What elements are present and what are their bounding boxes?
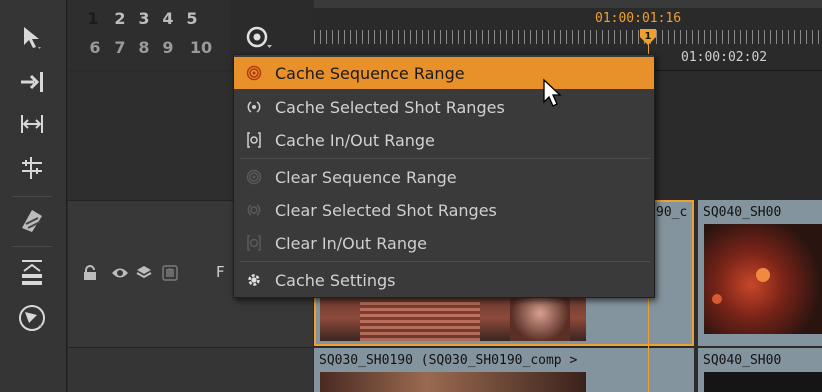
ruler-top-strip <box>314 0 822 8</box>
track-number-2[interactable]: 2 <box>109 8 131 30</box>
select-tool-icon[interactable] <box>10 22 54 54</box>
track-name-label: F <box>216 263 225 281</box>
ruler-ticks <box>314 30 822 44</box>
menu-item-cache-sequence-range[interactable]: Cache Sequence Range <box>234 57 654 89</box>
clip-thumbnail <box>704 372 822 392</box>
clip-thumbnail <box>320 295 586 341</box>
menu-item-clear-sequence-range[interactable]: Clear Sequence Range <box>234 161 654 193</box>
visibility-eye-icon[interactable] <box>110 263 130 283</box>
clear-selected-icon <box>234 202 274 218</box>
playhead-marker-number: 1 <box>645 31 652 42</box>
cache-target-icon <box>246 26 272 48</box>
track-header-2[interactable] <box>68 348 313 392</box>
menu-item-label: Cache Sequence Range <box>275 63 465 83</box>
menu-item-cache-selected-shot-ranges[interactable]: Cache Selected Shot Ranges <box>234 91 654 123</box>
cache-dropdown-menu: Cache Sequence Range Cache Selected Shot… <box>233 54 655 298</box>
menu-item-cache-settings[interactable]: Cache Settings <box>234 264 654 296</box>
track-number-3[interactable]: 3 <box>133 8 155 30</box>
current-timecode: 01:00:01:16 <box>595 11 682 26</box>
transition-tool-icon[interactable] <box>10 256 54 288</box>
menu-item-label: Cache Settings <box>275 270 396 290</box>
clip[interactable]: SQ030_SH0190 (SQ030_SH0190_comp > <box>314 348 694 392</box>
tool-bar <box>0 0 67 392</box>
menu-separator <box>240 158 650 159</box>
menu-item-label: Cache In/Out Range <box>275 130 435 150</box>
cache-selected-icon <box>234 99 274 115</box>
track-number-5[interactable]: 5 <box>181 8 203 30</box>
multi-select-tool-icon[interactable] <box>10 204 54 236</box>
clip[interactable]: SQ040_SH00 <box>698 200 822 346</box>
gear-icon <box>234 272 274 288</box>
menu-item-label: Clear In/Out Range <box>275 233 427 253</box>
database-icon[interactable] <box>160 263 180 283</box>
menu-item-label: Cache Selected Shot Ranges <box>275 97 505 117</box>
cache-inout-icon <box>234 131 274 149</box>
toolbar-divider <box>12 196 52 197</box>
ruler-timecode-label: 01:00:02:02 <box>681 50 768 65</box>
clip-label: 90_c <box>656 205 688 220</box>
clip-thumbnail <box>704 224 822 334</box>
menu-separator <box>240 261 650 262</box>
track-forward-tool-icon[interactable] <box>10 66 54 98</box>
clip-thumbnail <box>320 372 586 392</box>
toolbar-divider <box>12 246 52 247</box>
viewer-globe-icon[interactable] <box>10 302 54 334</box>
track-number-4[interactable]: 4 <box>157 8 179 30</box>
slip-tool-icon[interactable] <box>10 108 54 140</box>
layers-icon[interactable] <box>134 263 154 283</box>
menu-item-clear-in-out-range[interactable]: Clear In/Out Range <box>234 227 654 259</box>
menu-item-label: Clear Sequence Range <box>275 167 457 187</box>
track-number-8[interactable]: 8 <box>133 37 155 59</box>
track-number-10[interactable]: 10 <box>185 37 217 59</box>
cache-menu-button[interactable] <box>240 20 280 56</box>
clear-sequence-icon <box>234 169 274 185</box>
clip-label: SQ040_SH00 <box>703 353 782 368</box>
track-number-6[interactable]: 6 <box>84 37 106 59</box>
track-number-7[interactable]: 7 <box>109 37 131 59</box>
clip[interactable]: SQ040_SH00 <box>698 348 822 392</box>
clip-label: SQ030_SH0190 (SQ030_SH0190_comp > <box>319 353 578 368</box>
mouse-cursor-icon <box>543 78 562 107</box>
track-number-9[interactable]: 9 <box>157 37 179 59</box>
cache-sequence-icon <box>234 65 274 81</box>
menu-item-clear-selected-shot-ranges[interactable]: Clear Selected Shot Ranges <box>234 194 654 226</box>
menu-item-label: Clear Selected Shot Ranges <box>275 200 497 220</box>
clear-inout-icon <box>234 234 274 252</box>
razor-tool-icon[interactable] <box>10 152 54 184</box>
track-number-grid: 1 2 3 4 5 6 7 8 9 10 <box>68 0 230 70</box>
track-number-1[interactable]: 1 <box>82 8 104 30</box>
lock-icon[interactable] <box>80 263 100 283</box>
menu-item-cache-in-out-range[interactable]: Cache In/Out Range <box>234 124 654 156</box>
clip-label: SQ040_SH00 <box>703 205 782 220</box>
